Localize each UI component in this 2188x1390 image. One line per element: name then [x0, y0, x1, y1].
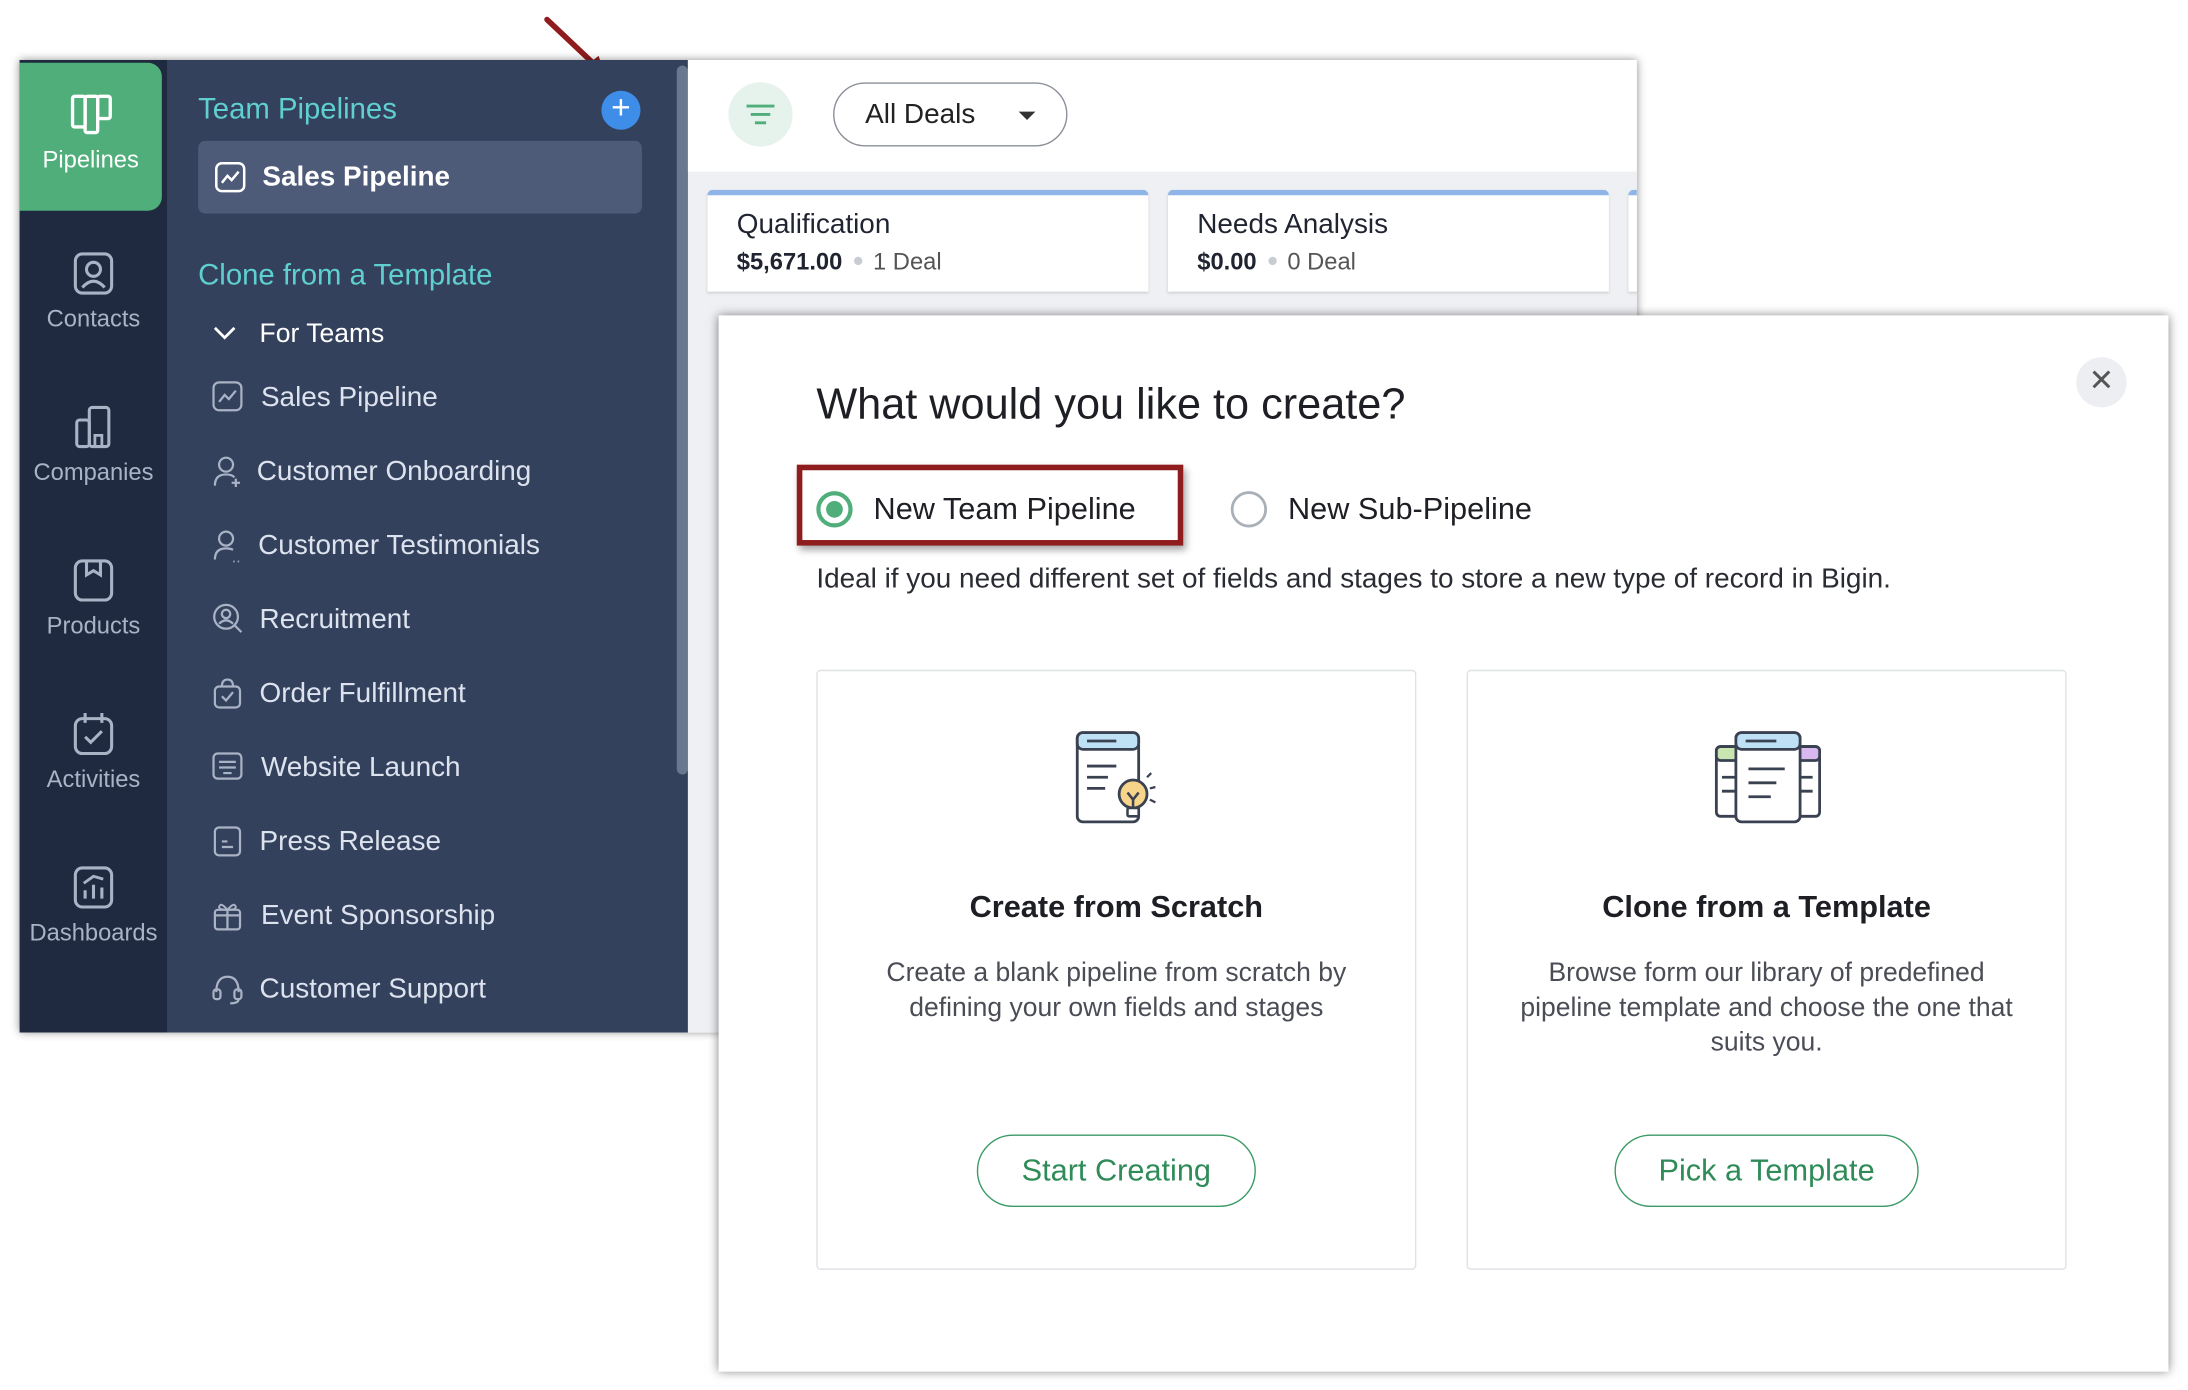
for-teams-label: For Teams: [259, 319, 385, 349]
user-quote-icon: ,,: [213, 530, 241, 562]
stage-card-needs-analysis[interactable]: Needs Analysis $0.00 0 Deal: [1167, 189, 1609, 292]
separator-dot: [853, 256, 862, 266]
gift-icon: [213, 903, 242, 931]
for-teams-group[interactable]: For Teams: [212, 320, 384, 351]
close-button[interactable]: ✕: [2076, 357, 2127, 408]
radio-new-sub-pipeline[interactable]: [1230, 491, 1268, 528]
clone-template-card: Clone from a Template Browse form our li…: [1466, 669, 2067, 1270]
create-from-scratch-card: Create from Scratch Create a blank pipel…: [816, 669, 1417, 1270]
template-label: Website Launch: [260, 752, 461, 783]
template-label: Customer Support: [259, 973, 487, 1005]
sidebar-scrollbar[interactable]: [676, 65, 688, 775]
template-label: Recruitment: [259, 604, 410, 635]
rail-label: Products: [46, 612, 141, 640]
chevron-down-icon: [213, 326, 236, 340]
template-label: Sales Pipeline: [260, 382, 438, 414]
start-creating-button[interactable]: Start Creating: [976, 1134, 1256, 1208]
view-selector-dropdown[interactable]: All Deals: [833, 82, 1068, 147]
stage-summary: $0.00 0 Deal: [1197, 248, 1356, 276]
companies-icon: [75, 405, 111, 449]
filter-button[interactable]: [728, 82, 793, 147]
rail-label: Dashboards: [29, 919, 158, 947]
stage-count: 1 Deal: [873, 248, 942, 275]
svg-text:,,: ,,: [232, 550, 241, 562]
selected-pipeline-label: Sales Pipeline: [262, 161, 451, 193]
card-title: Create from Scratch: [969, 888, 1264, 924]
radio-label-new-team-pipeline[interactable]: New Team Pipeline: [874, 491, 1136, 527]
filter-icon: [746, 104, 775, 125]
nav-rail: Pipelines Contacts Companies Products Ac…: [19, 60, 168, 1033]
user-add-icon: [213, 456, 241, 487]
stage-amount: $0.00: [1197, 248, 1257, 275]
selected-pipeline-item[interactable]: Sales Pipeline: [198, 140, 642, 214]
pipelines-sidebar: Team Pipelines + Sales Pipeline Clone fr…: [167, 60, 688, 1033]
rail-label: Contacts: [46, 305, 141, 333]
view-selector-label: All Deals: [865, 99, 976, 130]
chart-icon: [212, 381, 243, 412]
separator-dot: [1267, 256, 1277, 266]
dialog-title: What would you like to create?: [816, 379, 1406, 429]
template-label: Press Release: [259, 826, 442, 857]
chart-icon: [215, 162, 246, 193]
template-label: Order Fulfillment: [259, 678, 466, 709]
card-title: Clone from a Template: [1602, 888, 1931, 924]
template-label: Customer Onboarding: [256, 456, 532, 487]
team-pipelines-heading: Team Pipelines: [198, 93, 397, 126]
stage-count: 0 Deal: [1287, 248, 1356, 275]
rail-label: Companies: [33, 459, 154, 486]
template-stack-icon: [1714, 731, 1822, 824]
clone-template-heading: Clone from a Template: [198, 259, 493, 292]
blank-document-bulb-icon: [1075, 731, 1156, 824]
stage-name: Needs Analysis: [1197, 209, 1389, 241]
stage-card-partial[interactable]: [1628, 189, 1637, 292]
rail-item-pipelines[interactable]: Pipelines: [19, 62, 162, 211]
dashboards-icon: [73, 866, 114, 909]
pipelines-icon: [70, 94, 112, 135]
board-toolbar: All Deals: [687, 60, 1637, 172]
template-label: Event Sponsorship: [260, 900, 496, 931]
activities-icon: [73, 713, 114, 756]
rail-label: Pipelines: [42, 146, 139, 174]
radio-new-team-pipeline[interactable]: [816, 491, 853, 528]
user-search-icon: [213, 603, 243, 633]
rail-item-contacts[interactable]: Contacts: [20, 216, 168, 356]
add-pipeline-button[interactable]: +: [601, 90, 641, 130]
rail-label: Activities: [46, 766, 141, 793]
create-dialog: ✕ What would you like to create? New Tea…: [718, 315, 2169, 1372]
contacts-icon: [73, 252, 114, 295]
stage-amount: $5,671.00: [736, 248, 843, 275]
bag-check-icon: [213, 678, 242, 709]
headset-icon: [212, 975, 243, 1005]
option-description: Ideal if you need different set of field…: [816, 563, 1891, 595]
pick-template-button[interactable]: Pick a Template: [1614, 1134, 1919, 1208]
stage-card-qualification[interactable]: Qualification $5,671.00 1 Deal: [707, 189, 1149, 292]
rail-item-companies[interactable]: Companies: [20, 370, 168, 510]
rail-item-activities[interactable]: Activities: [20, 677, 168, 817]
rail-item-dashboards[interactable]: Dashboards: [20, 830, 168, 970]
browser-icon: [212, 752, 243, 780]
stage-name: Qualification: [736, 209, 891, 241]
card-description: Create a blank pipeline from scratch by …: [886, 958, 1347, 1023]
rail-item-products[interactable]: Products: [20, 523, 168, 663]
template-label: Customer Testimonials: [258, 530, 540, 561]
stage-summary: $5,671.00 1 Deal: [737, 248, 942, 276]
document-icon: [213, 826, 242, 857]
products-icon: [73, 559, 114, 602]
card-description: Browse form our library of predefined pi…: [1520, 958, 2013, 1058]
caret-down-icon: [1018, 111, 1036, 121]
radio-label-new-sub-pipeline[interactable]: New Sub-Pipeline: [1288, 491, 1532, 527]
